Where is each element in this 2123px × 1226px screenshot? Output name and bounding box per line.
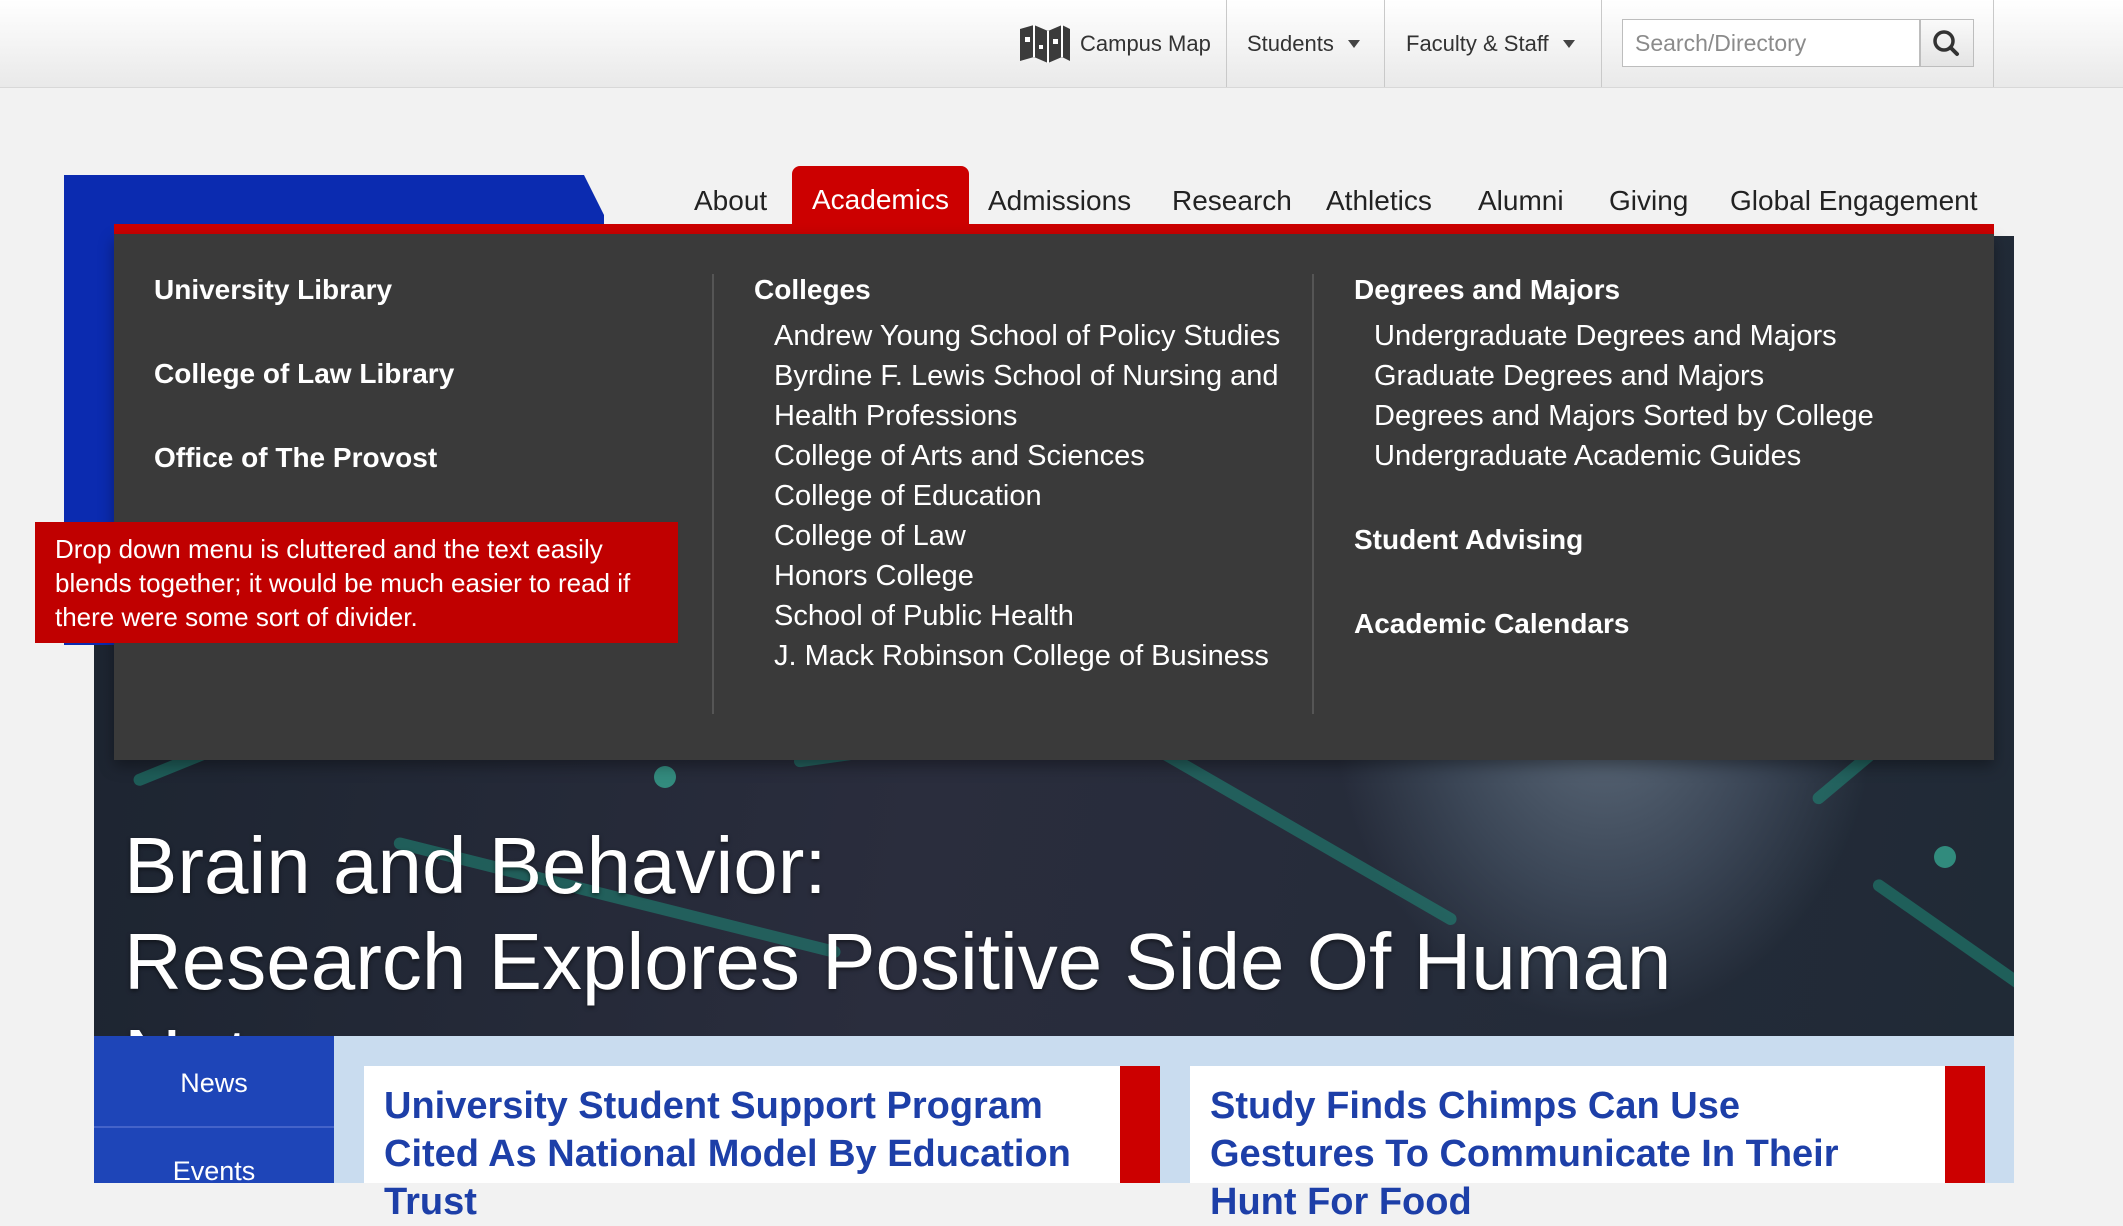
- college-link[interactable]: Andrew Young School of Policy Studies: [774, 316, 1314, 356]
- section-sidebar: News Events: [94, 1036, 334, 1186]
- column-divider: [712, 274, 714, 714]
- chevron-down-icon: [1347, 39, 1360, 48]
- nav-underline: [114, 224, 1994, 234]
- college-link[interactable]: College of Law: [774, 516, 1314, 556]
- campus-map-label: Campus Map: [1080, 30, 1211, 56]
- hero-decoration: [1934, 846, 1956, 868]
- academics-dropdown: University Library College of Law Librar…: [114, 234, 1994, 760]
- nav-giving[interactable]: Giving: [1609, 166, 1688, 222]
- nav-academics[interactable]: Academics: [792, 166, 969, 225]
- nav-global-engagement[interactable]: Global Engagement: [1730, 166, 1978, 222]
- dropdown-link-university-library[interactable]: University Library: [154, 274, 392, 306]
- student-advising-link[interactable]: Student Advising: [1354, 524, 1583, 556]
- college-link[interactable]: Honors College: [774, 556, 1314, 596]
- utility-bar: Campus Map Students Faculty & Staff: [0, 0, 2123, 88]
- college-link[interactable]: J. Mack Robinson College of Business: [774, 636, 1314, 676]
- degree-link[interactable]: Graduate Degrees and Majors: [1374, 356, 1974, 396]
- degree-link[interactable]: Undergraduate Academic Guides: [1374, 436, 1974, 476]
- map-icon: [1018, 23, 1072, 65]
- dropdown-link-law-library[interactable]: College of Law Library: [154, 358, 454, 390]
- degrees-heading[interactable]: Degrees and Majors: [1354, 274, 1620, 306]
- news-card-title[interactable]: University Student Support Program Cited…: [384, 1082, 1084, 1226]
- faculty-staff-label: Faculty & Staff: [1406, 30, 1549, 56]
- degrees-list: Undergraduate Degrees and Majors Graduat…: [1374, 316, 1974, 476]
- news-card-tab[interactable]: [1945, 1066, 1985, 1183]
- hero-decoration: [654, 766, 676, 788]
- nav-about[interactable]: About: [694, 166, 767, 222]
- sidebar-item-news[interactable]: News: [94, 1040, 334, 1126]
- faculty-staff-menu[interactable]: Faculty & Staff: [1406, 0, 1575, 87]
- news-card-title[interactable]: Study Finds Chimps Can Use Gestures To C…: [1210, 1082, 1910, 1226]
- utility-divider: [1384, 0, 1385, 87]
- dropdown-link-provost[interactable]: Office of The Provost: [154, 442, 437, 474]
- utility-divider: [1226, 0, 1227, 87]
- nav-athletics[interactable]: Athletics: [1326, 166, 1432, 222]
- students-label: Students: [1247, 30, 1334, 56]
- campus-map-link[interactable]: Campus Map: [1018, 0, 1211, 87]
- college-link[interactable]: College of Arts and Sciences: [774, 436, 1314, 476]
- degree-link[interactable]: Degrees and Majors Sorted by College: [1374, 396, 1974, 436]
- magnifier-icon: [1933, 30, 1959, 56]
- college-link[interactable]: School of Public Health: [774, 596, 1314, 636]
- news-card[interactable]: Study Finds Chimps Can Use Gestures To C…: [1190, 1066, 1945, 1223]
- column-divider: [1312, 274, 1314, 714]
- nav-alumni[interactable]: Alumni: [1478, 166, 1564, 222]
- chevron-down-icon: [1562, 39, 1575, 48]
- search-input[interactable]: [1622, 19, 1920, 67]
- annotation-callout: Drop down menu is cluttered and the text…: [35, 522, 678, 643]
- utility-divider: [1993, 0, 1994, 87]
- news-card-tab[interactable]: [1120, 1066, 1160, 1183]
- sidebar-item-events[interactable]: Events: [94, 1128, 334, 1214]
- colleges-list: Andrew Young School of Policy Studies By…: [774, 316, 1314, 676]
- academic-calendars-link[interactable]: Academic Calendars: [1354, 608, 1629, 640]
- students-menu[interactable]: Students: [1247, 0, 1360, 87]
- nav-admissions[interactable]: Admissions: [988, 166, 1131, 222]
- search-button[interactable]: [1920, 19, 1974, 67]
- news-card[interactable]: University Student Support Program Cited…: [364, 1066, 1120, 1223]
- college-link[interactable]: College of Education: [774, 476, 1314, 516]
- hero-headline-line-1: Brain and Behavior:: [124, 821, 827, 910]
- degree-link[interactable]: Undergraduate Degrees and Majors: [1374, 316, 1974, 356]
- nav-research[interactable]: Research: [1172, 166, 1292, 222]
- utility-divider: [1601, 0, 1602, 87]
- college-link[interactable]: Byrdine F. Lewis School of Nursing and H…: [774, 356, 1314, 436]
- colleges-heading[interactable]: Colleges: [754, 274, 871, 306]
